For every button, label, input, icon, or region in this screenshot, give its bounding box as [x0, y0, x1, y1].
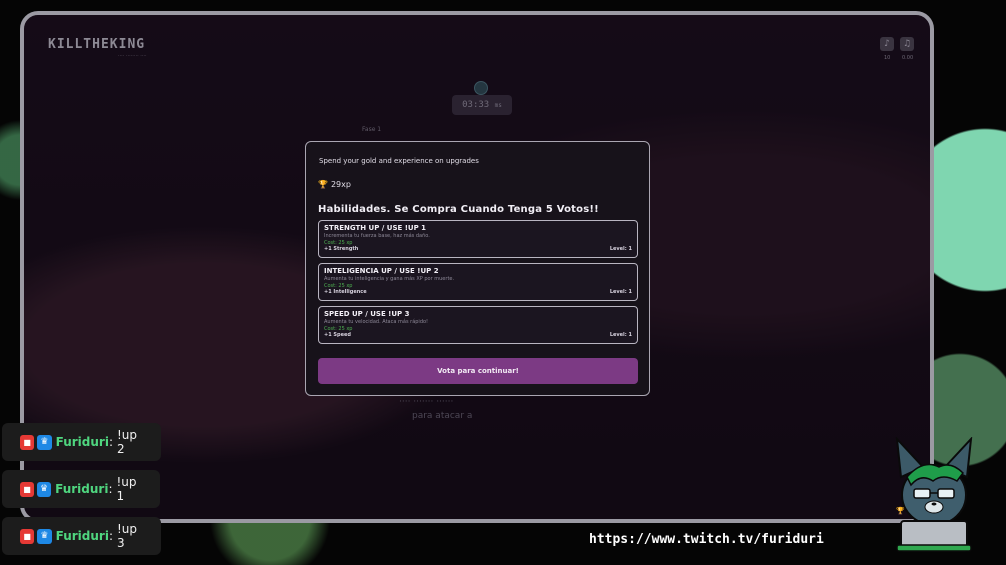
vote-continue-button[interactable]: Vota para continuar! [318, 358, 638, 384]
game-logo-subtitle: ···· ········ ···· [118, 53, 147, 59]
chat-separator: : [108, 482, 113, 496]
crown-icon: ♛ [37, 528, 52, 544]
music-icon[interactable]: ♫ [900, 37, 914, 51]
game-logo: KILLTHEKING [48, 37, 146, 52]
crown-icon: ♛ [37, 481, 52, 497]
bg-instruction-1: ···· ······· ······ [399, 397, 454, 407]
chat-username: Furiduri [55, 435, 109, 449]
upgrade-level: Level: 1 [609, 246, 632, 252]
speaker-icon[interactable]: ♪ [880, 37, 894, 51]
chat-text: !up 2 [116, 428, 138, 456]
crown-icon: ♛ [37, 434, 52, 450]
upgrade-description: Aumenta tu inteligencia y gana más XP po… [324, 276, 455, 282]
bg-instruction-2: para atacar a [412, 411, 473, 421]
trophy-icon: 🏆 [318, 180, 328, 189]
upgrade-title: STRENGTH UP / USE !UP 1 [324, 224, 427, 232]
round-timer: 03:33 ms [452, 95, 512, 115]
phase-label: Fase 1 [362, 126, 382, 133]
upgrade-stat: +1 Speed [324, 332, 351, 338]
chat-message: ■ ♛ Furiduri: !up 1 [2, 470, 160, 508]
chat-message: ■ ♛ Furiduri: !up 3 [2, 517, 161, 555]
broadcaster-icon: ■ [20, 481, 35, 497]
timer-value: 03:33 [462, 100, 490, 110]
chat-text: !up 1 [116, 475, 137, 503]
xp-value: 29xp [330, 180, 351, 189]
timer-unit: ms [494, 102, 502, 109]
mascot-avatar [895, 437, 973, 552]
timer-icon [474, 81, 488, 95]
broadcaster-icon: ■ [20, 528, 35, 544]
upgrade-stat: +1 Strength [324, 246, 359, 252]
upgrade-description: Incrementa tu fuerza base, haz más daño. [324, 233, 430, 239]
upgrade-card-intelligence[interactable]: INTELIGENCIA UP / USE !UP 2 Aumenta tu i… [318, 263, 638, 301]
chat-text: !up 3 [116, 522, 138, 550]
modal-subtitle: Spend your gold and experience on upgrad… [319, 157, 479, 165]
chat-separator: : [108, 435, 113, 449]
upgrade-description: Aumenta tu velocidad. Ataca más rápido! [324, 319, 429, 325]
upgrade-title: SPEED UP / USE !UP 3 [324, 310, 410, 318]
upgrade-modal: Spend your gold and experience on upgrad… [305, 141, 650, 396]
chat-username: Furiduri [55, 482, 109, 496]
upgrade-stat: +1 Intelligence [324, 289, 367, 295]
upgrade-card-strength[interactable]: STRENGTH UP / USE !UP 1 Incrementa tu fu… [318, 220, 638, 258]
chat-username: Furiduri [55, 529, 109, 543]
music-level: 0.00 [902, 55, 914, 61]
xp-balance: 🏆 29xp [318, 180, 351, 189]
section-title: Habilidades. Se Compra Cuando Tenga 5 Vo… [318, 204, 599, 215]
twitch-url: https://www.twitch.tv/furiduri [589, 532, 824, 547]
speaker-level: 10 [884, 55, 891, 61]
upgrade-level: Level: 1 [609, 332, 632, 338]
broadcaster-icon: ■ [20, 434, 35, 450]
chat-message: ■ ♛ Furiduri: !up 2 [2, 423, 161, 461]
chat-separator: : [108, 529, 113, 543]
upgrade-level: Level: 1 [609, 289, 632, 295]
upgrade-card-speed[interactable]: SPEED UP / USE !UP 3 Aumenta tu velocida… [318, 306, 638, 344]
upgrade-title: INTELIGENCIA UP / USE !UP 2 [324, 267, 439, 275]
